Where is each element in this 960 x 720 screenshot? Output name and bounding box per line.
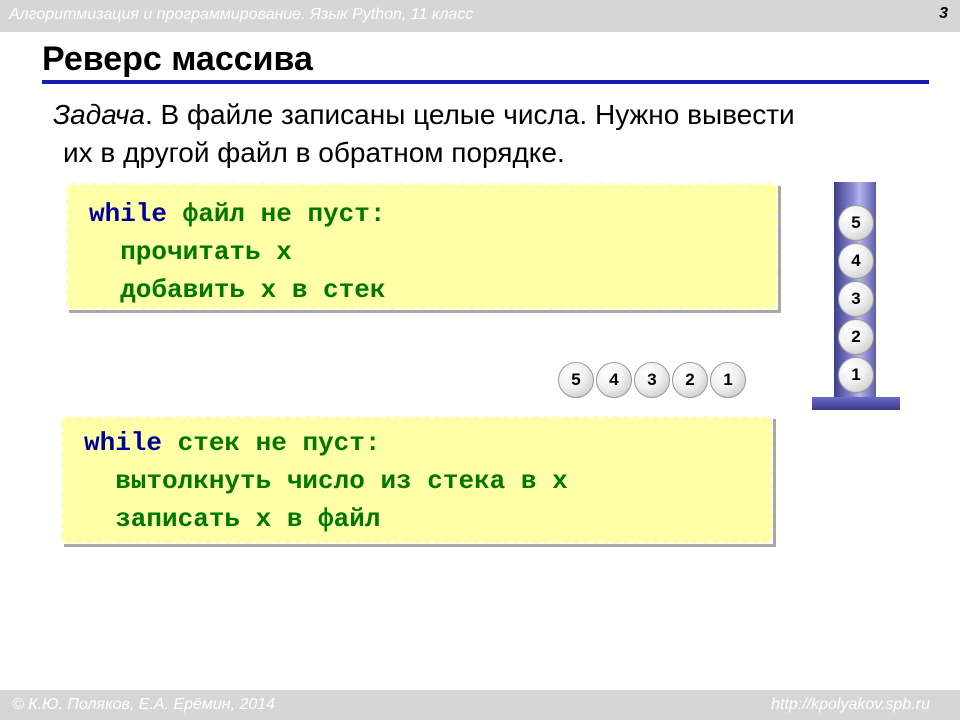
title-underline (42, 80, 929, 84)
code-line: вытолкнуть число из стека в x (84, 466, 568, 496)
code-line: добавить x в стек (89, 275, 386, 305)
task-label: Задача (53, 99, 145, 130)
code-line: while файл не пуст: (89, 195, 385, 233)
code-text: файл не пуст: (167, 199, 386, 229)
slide-header: Алгоритмизация и программирование. Язык … (0, 0, 960, 32)
task-text-2: их в другой файл в обратном порядке. (63, 137, 565, 168)
footer-url: http://kpolyakov.spb.ru (771, 696, 930, 713)
sequence-ball: 1 (710, 362, 746, 398)
slide-footer: © К.Ю. Поляков, Е.А. Ерёмин, 2014 http:/… (0, 690, 960, 720)
course-subtitle: Алгоритмизация и программирование. Язык … (9, 6, 474, 23)
stack-ball: 2 (838, 319, 874, 355)
stack-ball: 5 (838, 205, 874, 241)
code-block-push: while файл не пуст: прочитать x добавить… (66, 183, 778, 310)
stack-ball: 4 (838, 243, 874, 279)
stack-ball: 1 (838, 357, 874, 393)
code-block-pop: while стек не пуст: вытолкнуть число из … (61, 416, 773, 544)
sequence-ball: 3 (634, 362, 670, 398)
slide-title: Реверс массива (42, 40, 313, 78)
task-text-1: . В файле записаны целые числа. Нужно вы… (145, 99, 795, 130)
stack-ball: 3 (838, 281, 874, 317)
sequence-ball: 5 (558, 362, 594, 398)
code-line: while стек не пуст: (84, 424, 568, 462)
code-keyword: while (84, 428, 163, 458)
copyright-text: © К.Ю. Поляков, Е.А. Ерёмин, 2014 (12, 696, 276, 713)
code-keyword: while (89, 199, 168, 229)
sequence-ball: 2 (672, 362, 708, 398)
page-number: 3 (939, 5, 948, 22)
code-line: записать x в файл (84, 504, 381, 534)
stack-base (812, 397, 900, 410)
code-line: прочитать x (89, 237, 292, 267)
code-text: стек не пуст: (162, 428, 381, 458)
task-statement: Задача. В файле записаны целые числа. Ну… (53, 96, 923, 172)
sequence-ball: 4 (596, 362, 632, 398)
